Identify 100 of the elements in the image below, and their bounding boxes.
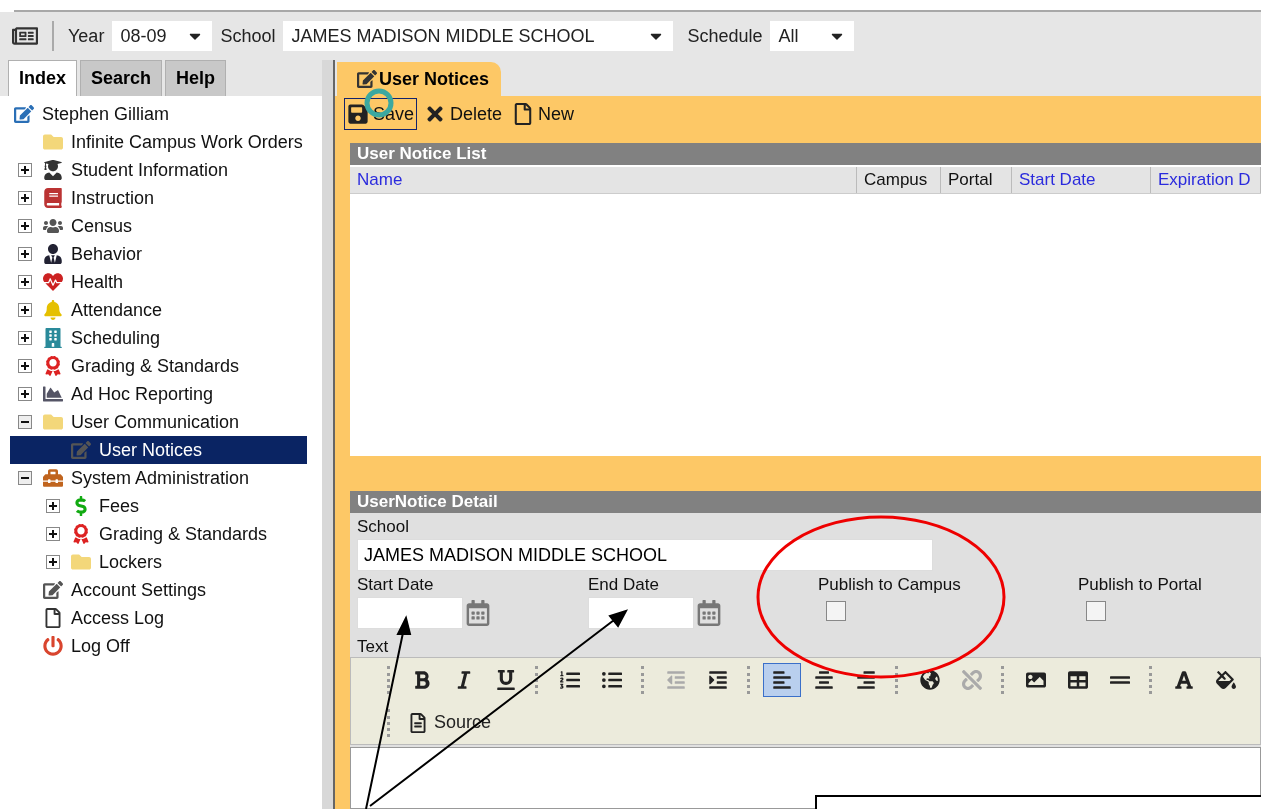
year-select[interactable]: 08-09 <box>112 21 213 51</box>
date-label: End Date <box>588 575 660 595</box>
left-button[interactable] <box>763 662 801 697</box>
align-center-icon <box>814 669 834 690</box>
date-field[interactable] <box>588 597 694 629</box>
award-icon <box>71 524 91 544</box>
tree-item[interactable]: Scheduling <box>10 324 307 352</box>
award-icon <box>43 356 63 376</box>
column-header: Campus <box>857 167 941 193</box>
underline-icon <box>496 669 516 690</box>
note-icon <box>71 440 91 460</box>
expand-icon[interactable] <box>18 191 32 205</box>
collapse-icon[interactable] <box>18 415 32 429</box>
date-label: Start Date <box>357 575 435 595</box>
page-icon <box>43 608 63 628</box>
school-label: School <box>357 517 410 537</box>
edit-icon <box>14 104 34 124</box>
tree-item[interactable]: Log Off <box>10 632 307 660</box>
column-header[interactable]: Expiration D <box>1151 167 1261 193</box>
schedule-label: Schedule <box>687 25 763 47</box>
bell-icon <box>43 300 63 320</box>
tree-item[interactable]: User Communication <box>10 408 307 436</box>
nav-tab[interactable]: Index <box>8 60 77 96</box>
tree-item[interactable]: Fees <box>10 492 307 520</box>
schedule-select[interactable]: All <box>770 21 855 51</box>
toolbox-icon <box>43 468 63 488</box>
note-icon <box>357 69 377 89</box>
table-icon <box>1068 669 1088 690</box>
expand-icon[interactable] <box>18 359 32 373</box>
folder-icon <box>71 552 91 572</box>
publish-checkbox[interactable] <box>826 601 846 621</box>
new-button[interactable]: New <box>509 98 578 130</box>
text-color-icon <box>1174 669 1194 690</box>
tree-item[interactable]: Infinite Campus Work Orders <box>10 128 307 156</box>
panel-splitter[interactable] <box>322 60 335 809</box>
panel-title: UserNotice Detail <box>350 491 1261 513</box>
column-header[interactable]: Start Date <box>1012 167 1151 193</box>
tree-item[interactable]: Lockers <box>10 548 307 576</box>
expand-icon[interactable] <box>18 163 32 177</box>
expand-icon[interactable] <box>18 303 32 317</box>
fill-color-icon <box>1216 669 1236 690</box>
module-tab[interactable]: User Notices <box>337 62 502 96</box>
folder-icon <box>43 132 63 152</box>
expand-icon[interactable] <box>46 527 60 541</box>
unlink-icon <box>962 669 982 690</box>
column-header[interactable]: Name <box>350 167 857 193</box>
expand-icon[interactable] <box>18 247 32 261</box>
expand-icon[interactable] <box>46 499 60 513</box>
publish-checkbox[interactable] <box>1086 601 1106 621</box>
tree-item[interactable]: Behavior <box>10 240 307 268</box>
tree-item[interactable]: Student Information <box>10 156 307 184</box>
tree-item[interactable]: Instruction <box>10 184 307 212</box>
tree-item[interactable]: System Administration <box>10 464 307 492</box>
align-right-icon <box>856 669 876 690</box>
align-left-icon <box>772 669 792 690</box>
date-field[interactable] <box>357 597 463 629</box>
indent-icon <box>708 669 728 690</box>
calendar-icon[interactable] <box>696 600 722 626</box>
school-select[interactable]: JAMES MADISON MIDDLE SCHOOL <box>283 21 674 51</box>
tree-item[interactable]: Access Log <box>10 604 307 632</box>
tree-item[interactable]: Grading & Standards <box>10 352 307 380</box>
tree-item[interactable]: Attendance <box>10 296 307 324</box>
bullet-list-icon <box>602 669 622 690</box>
delete-button[interactable]: Delete <box>421 98 506 130</box>
people-icon <box>43 216 63 236</box>
calendar-icon[interactable] <box>465 600 491 626</box>
tree-item[interactable]: Account Settings <box>10 576 307 604</box>
save-icon <box>347 103 369 125</box>
nav-tab[interactable]: Help <box>165 60 227 96</box>
expand-icon[interactable] <box>18 275 32 289</box>
year-label: Year <box>68 25 105 47</box>
tree-item[interactable]: Census <box>10 212 307 240</box>
power-icon <box>43 636 63 656</box>
expand-icon[interactable] <box>18 387 32 401</box>
folder-icon <box>43 412 63 432</box>
collapse-icon[interactable] <box>18 471 32 485</box>
tree-item[interactable]: Health <box>10 268 307 296</box>
tree-item[interactable]: Grading & Standards <box>10 520 307 548</box>
notebook-icon <box>43 188 63 208</box>
note-icon <box>43 580 63 600</box>
student-icon <box>43 160 63 180</box>
outdent-icon <box>666 669 686 690</box>
publish-label: Publish to Portal <box>1078 575 1203 595</box>
nav-tab[interactable]: Search <box>80 60 163 96</box>
text-label: Text <box>357 637 390 657</box>
column-header: Portal <box>941 167 1012 193</box>
expand-icon[interactable] <box>18 331 32 345</box>
panel-title: User Notice List <box>350 143 1261 165</box>
source-icon <box>408 712 428 733</box>
publish-label: Publish to Campus <box>818 575 962 595</box>
tree-item[interactable]: Ad Hoc Reporting <box>10 380 307 408</box>
tree-item[interactable]: Stephen Gilliam <box>10 100 307 128</box>
person-icon <box>43 244 63 264</box>
heart-icon <box>43 272 63 292</box>
expand-icon[interactable] <box>18 219 32 233</box>
expand-icon[interactable] <box>46 555 60 569</box>
tree-item[interactable]: User Notices <box>10 436 307 464</box>
school-field[interactable]: JAMES MADISON MIDDLE SCHOOL <box>357 539 933 571</box>
building-icon <box>43 328 63 348</box>
chart-icon <box>43 384 63 404</box>
